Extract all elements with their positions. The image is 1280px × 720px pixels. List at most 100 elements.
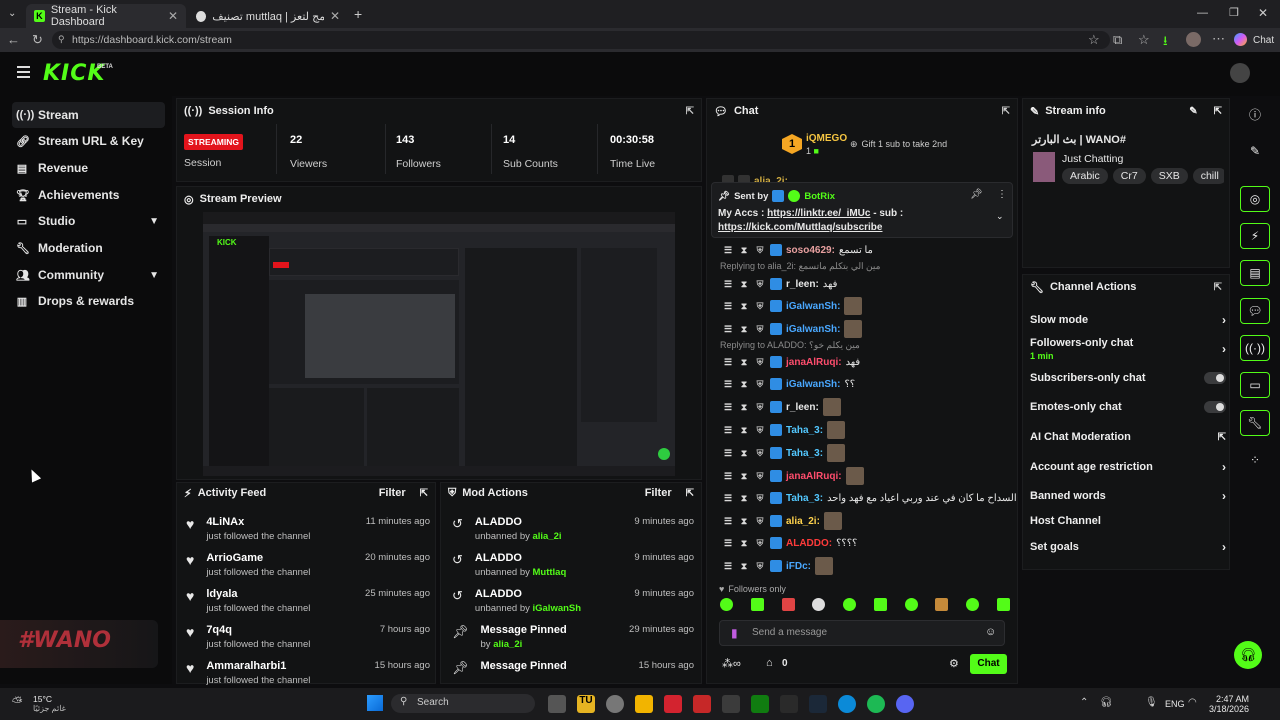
tu-app-icon[interactable]: TU — [577, 695, 595, 713]
popout-icon[interactable]: ⇱ — [686, 106, 694, 117]
more-widgets-icon[interactable]: ⁘ — [1240, 447, 1270, 473]
chat-username[interactable]: Taha_3: — [786, 493, 823, 504]
wifi-icon[interactable]: ◠ — [1188, 697, 1197, 708]
tag[interactable]: Arabic — [1062, 168, 1108, 184]
chat-username[interactable]: r_leen: — [786, 279, 819, 290]
edit-icon[interactable]: ✎ — [1240, 138, 1270, 164]
account-age-row[interactable]: Account age restriction › — [1030, 460, 1226, 474]
mod-shield-icon[interactable]: ⛨ — [754, 324, 766, 335]
chat-username[interactable]: iGalwanSh: — [786, 379, 840, 390]
mod-shield-icon[interactable]: ⛨ — [754, 379, 766, 390]
app-icon[interactable] — [693, 695, 711, 713]
close-window-icon[interactable]: ✕ — [1258, 6, 1268, 20]
mod-shield-icon[interactable]: ⛨ — [754, 538, 766, 549]
file-explorer-icon[interactable] — [635, 695, 653, 713]
mod-shield-icon[interactable]: ⛨ — [754, 448, 766, 459]
category-name[interactable]: Just Chatting — [1062, 153, 1123, 165]
user-avatar[interactable] — [1230, 63, 1250, 83]
emote-icon[interactable] — [720, 598, 733, 611]
drag-icon[interactable]: ☰ — [722, 471, 734, 482]
new-tab-icon[interactable]: + — [354, 6, 362, 22]
drag-icon[interactable]: ☰ — [722, 357, 734, 368]
tab-kick-dashboard[interactable]: K Stream - Kick Dashboard ✕ — [26, 4, 186, 28]
mod-shield-icon[interactable]: ⛨ — [754, 245, 766, 256]
minimize-icon[interactable]: — — [1197, 7, 1208, 19]
copilot-chat-button[interactable]: Chat — [1253, 35, 1274, 46]
sidebar-item-studio[interactable]: ▭ Studio ▼ — [12, 208, 165, 234]
filter-button[interactable]: Filter — [645, 487, 672, 499]
help-support-icon[interactable]: 🎧︎ — [1234, 641, 1262, 669]
drag-icon[interactable]: ☰ — [722, 279, 734, 290]
mod-shield-icon[interactable]: ⛨ — [754, 516, 766, 527]
sidebar-item-community[interactable]: 👥︎ Community ▼ — [12, 262, 165, 288]
monitor-rail-icon[interactable]: ▭ — [1240, 372, 1270, 398]
drag-icon[interactable]: ☰ — [722, 324, 734, 335]
popout-icon[interactable]: ⇱ — [1214, 282, 1222, 293]
drag-icon[interactable]: ☰ — [722, 402, 734, 413]
sidebar-item-stream-url-key[interactable]: 🔗︎ Stream URL & Key — [12, 128, 165, 154]
emote-icon[interactable] — [750, 598, 764, 611]
drag-icon[interactable]: ☰ — [722, 425, 734, 436]
drag-icon[interactable]: ☰ — [722, 379, 734, 390]
windows-start-icon[interactable] — [367, 695, 383, 711]
settings-gear-icon[interactable]: ⚙ — [949, 657, 959, 670]
gift-box-icon[interactable]: ⌂ — [766, 657, 773, 669]
maximize-icon[interactable]: ❐ — [1229, 6, 1239, 19]
weather-icon[interactable]: ⛅︎ — [12, 694, 22, 710]
chat-username[interactable]: r_leen: — [786, 402, 819, 413]
chat-username[interactable]: iFDc: — [786, 561, 811, 572]
mod-shield-icon[interactable]: ⛨ — [754, 471, 766, 482]
epic-games-icon[interactable] — [780, 695, 798, 713]
timeout-icon[interactable]: ⧗ — [738, 245, 750, 256]
sidebar-item-moderation[interactable]: 🔧︎ Moderation — [12, 235, 165, 261]
headset-icon[interactable]: 🎧︎ — [1100, 697, 1113, 708]
back-icon[interactable]: ← — [7, 32, 20, 47]
chat-username[interactable]: alia_2i: — [786, 516, 820, 527]
gift-sub-prompt[interactable]: ⊕ Gift 1 sub to take 2nd — [850, 139, 947, 150]
timeout-icon[interactable]: ⧗ — [738, 538, 750, 549]
emote-icon[interactable] — [935, 598, 949, 611]
stream-preview-video[interactable]: KICK — [203, 212, 675, 476]
site-info-icon[interactable]: ⚲ — [58, 34, 65, 45]
emote-icon[interactable] — [873, 598, 887, 611]
set-goals-row[interactable]: Set goals › — [1030, 540, 1226, 554]
drag-icon[interactable]: ☰ — [722, 538, 734, 549]
filter-button[interactable]: Filter — [379, 487, 406, 499]
close-tab-icon[interactable]: ✕ — [168, 9, 178, 23]
tab-list-icon[interactable]: ⌄ — [8, 8, 16, 19]
timeout-icon[interactable]: ⧗ — [738, 448, 750, 459]
copilot-icon[interactable] — [1234, 33, 1247, 46]
sidebar-item-revenue[interactable]: ▤ Revenue — [12, 155, 165, 181]
obs-icon[interactable] — [606, 695, 624, 713]
tag[interactable]: SXB — [1150, 168, 1188, 184]
chevron-down-icon[interactable]: ⌄ — [996, 211, 1004, 222]
pin-icon[interactable]: 📌︎ — [970, 189, 983, 200]
ai-chat-moderation-row[interactable]: AI Chat Moderation ⇱ — [1030, 431, 1226, 443]
spotify-icon[interactable] — [867, 695, 885, 713]
drag-icon[interactable]: ☰ — [722, 245, 734, 256]
pinned-author[interactable]: BotRix — [804, 191, 835, 202]
drag-icon[interactable]: ☰ — [722, 301, 734, 312]
timeout-icon[interactable]: ⧗ — [738, 516, 750, 527]
subscribers-only-toggle[interactable] — [1204, 372, 1226, 384]
edit-pencil-icon[interactable]: ✎ — [1189, 106, 1197, 117]
sidebar-item-drops-rewards[interactable]: ▥ Drops & rewards — [12, 288, 165, 314]
emote-icon[interactable] — [966, 598, 980, 611]
profile-avatar[interactable] — [1186, 32, 1201, 47]
banned-words-row[interactable]: Banned words › — [1030, 489, 1226, 503]
camera-rail-icon[interactable]: ◎ — [1240, 186, 1270, 212]
timeout-icon[interactable]: ⧗ — [738, 561, 750, 572]
chat-username[interactable]: ALADDO: — [786, 538, 832, 549]
chat-username[interactable]: janaAlRuqi: — [786, 471, 842, 482]
mod-shield-icon[interactable]: ⛨ — [754, 279, 766, 290]
download-icon[interactable]: ⭳ — [1163, 32, 1168, 54]
extensions-icon[interactable]: ⧉ — [1113, 32, 1122, 48]
mod-shield-icon[interactable]: ⛨ — [754, 301, 766, 312]
drag-icon[interactable]: ☰ — [722, 516, 734, 527]
url-input[interactable]: https://dashboard.kick.com/stream — [52, 31, 1110, 49]
steam-icon[interactable] — [809, 695, 827, 713]
app-icon[interactable] — [664, 695, 682, 713]
language-indicator[interactable]: ENG — [1165, 699, 1185, 709]
reload-icon[interactable]: ↻ — [32, 32, 43, 48]
pinned-link-linktree[interactable]: https://linktr.ee/_iMUc — [767, 208, 870, 219]
